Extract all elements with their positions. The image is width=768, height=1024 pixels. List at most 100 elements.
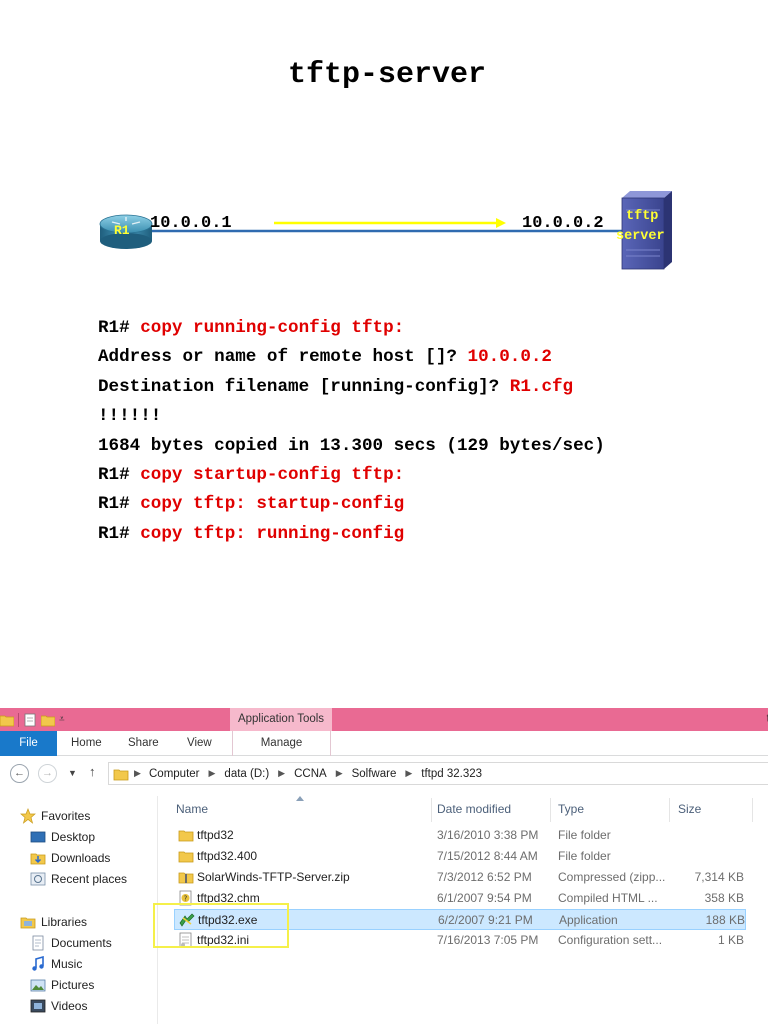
cli-line: R1# copy tftp: running-config — [98, 520, 605, 549]
nav-libraries[interactable]: Libraries — [20, 912, 87, 932]
nav-recent-places[interactable]: Recent places — [30, 869, 127, 889]
file-size: 1 KB — [717, 933, 744, 947]
cli-command-text: R1.cfg — [509, 376, 574, 397]
pictures-icon — [30, 977, 46, 993]
cli-line: Address or name of remote host []? 10.0.… — [98, 343, 605, 372]
cli-line: R1# copy startup-config tftp: — [98, 461, 605, 490]
navigation-pane: Favorites Desktop Downloads Recent place… — [0, 796, 158, 1024]
router-ip-label: 10.0.0.1 — [150, 214, 232, 233]
breadcrumb-item[interactable]: Computer — [149, 768, 200, 780]
music-icon — [30, 955, 46, 972]
libraries-icon — [20, 914, 36, 930]
column-divider[interactable] — [431, 798, 432, 822]
cli-command-text: 10.0.0.2 — [467, 347, 552, 368]
tab-share[interactable]: Share — [128, 731, 159, 756]
network-diagram: R1 10.0.0.1 10.0.0.2 tftp server — [0, 180, 768, 290]
breadcrumb-item[interactable]: Solfware — [352, 768, 397, 780]
column-divider[interactable] — [550, 798, 551, 822]
sort-ascending-icon — [296, 796, 304, 801]
nav-documents-label: Documents — [51, 936, 112, 950]
tab-manage[interactable]: Manage — [232, 731, 331, 756]
breadcrumb-chevron-icon[interactable]: ▶ — [336, 768, 343, 779]
nav-favorites-label: Favorites — [41, 809, 91, 823]
annotation-highlight-box — [153, 903, 289, 948]
nav-pictures[interactable]: Pictures — [30, 975, 94, 995]
server-label-line2: server — [616, 229, 665, 244]
file-type: Application — [559, 913, 618, 927]
nav-desktop[interactable]: Desktop — [30, 827, 95, 847]
column-header-date-modified[interactable]: Date modified — [437, 796, 511, 822]
nav-documents[interactable]: Documents — [30, 933, 112, 953]
file-size: 188 KB — [705, 913, 745, 927]
up-arrow-icon[interactable]: ↑ — [89, 764, 96, 779]
file-date-modified: 7/16/2013 7:05 PM — [437, 933, 539, 947]
file-type: Compressed (zipp... — [558, 870, 666, 884]
file-date-modified: 6/2/2007 9:21 PM — [438, 913, 533, 927]
nav-favorites[interactable]: Favorites — [20, 806, 90, 826]
breadcrumb-chevron-icon[interactable]: ▶ — [405, 768, 412, 779]
nav-libraries-label: Libraries — [41, 915, 88, 929]
table-row[interactable]: SolarWinds-TFTP-Server.zip 7/3/2012 6:52 … — [174, 867, 746, 888]
forward-button[interactable]: → — [38, 764, 57, 783]
file-name: tftpd32 — [197, 828, 234, 842]
file-name: SolarWinds-TFTP-Server.zip — [197, 870, 350, 884]
tab-view[interactable]: View — [187, 731, 212, 756]
cli-command-text: copy tftp: startup-config — [140, 494, 405, 515]
server-ip-label: 10.0.0.2 — [522, 214, 604, 233]
cli-prompt: R1# — [98, 318, 141, 338]
breadcrumb-chevron-icon[interactable]: ▶ — [209, 768, 216, 779]
tab-home[interactable]: Home — [71, 731, 102, 756]
cli-prompt: R1# — [98, 464, 141, 485]
breadcrumb-item[interactable]: tftpd 32.323 — [421, 768, 482, 780]
breadcrumb-root-chevron-icon[interactable]: ▶ — [134, 768, 141, 779]
application-tools-tab: Application Tools — [230, 708, 332, 731]
file-name: tftpd32.400 — [197, 849, 258, 863]
address-box[interactable]: ▶ Computer ▶ data (D:) ▶ CCNA ▶ Solfware ▶ tftpd… — [108, 762, 768, 785]
star-icon — [20, 808, 36, 824]
column-divider[interactable] — [752, 798, 753, 822]
nav-music-label: Music — [51, 957, 83, 971]
cli-transcript: R1# copy running-config tftp: Address or … — [98, 314, 605, 549]
properties-icon[interactable] — [23, 713, 37, 727]
qat-dropdown-icon[interactable]: ⩡ — [59, 714, 65, 725]
nav-downloads[interactable]: Downloads — [30, 848, 110, 868]
nav-downloads-label: Downloads — [51, 851, 111, 865]
file-type: Compiled HTML ... — [558, 891, 658, 905]
file-size — [674, 825, 744, 846]
tab-file[interactable]: File — [0, 731, 57, 756]
breadcrumb-item[interactable]: data (D:) — [224, 768, 269, 780]
table-row[interactable]: tftpd32.400 7/15/2012 8:44 AM File folder — [174, 846, 746, 867]
file-date-modified: 6/1/2007 9:54 PM — [437, 891, 532, 905]
breadcrumb-chevron-icon[interactable]: ▶ — [278, 768, 285, 779]
column-divider[interactable] — [669, 798, 670, 822]
file-date-modified: 3/16/2010 3:38 PM — [437, 828, 539, 842]
cli-prompt: Address or name of remote host []? — [98, 347, 468, 368]
file-date-modified: 7/15/2012 8:44 AM — [437, 849, 538, 863]
file-type: Configuration sett... — [558, 933, 663, 947]
cli-line: Destination filename [running-config]? R… — [98, 373, 605, 402]
cli-line: 1684 bytes copied in 13.300 secs (129 by… — [98, 432, 605, 461]
back-button[interactable]: ← — [10, 764, 29, 783]
cli-prompt: Destination filename [running-config]? — [98, 376, 510, 397]
recent-places-icon — [30, 871, 46, 887]
column-header-type[interactable]: Type — [558, 796, 584, 822]
folder-icon — [178, 827, 194, 843]
nav-videos[interactable]: Videos — [30, 996, 87, 1016]
new-folder-icon[interactable] — [41, 713, 55, 727]
file-type: File folder — [558, 849, 611, 863]
column-header-name[interactable]: Name — [176, 796, 208, 822]
cli-prompt: R1# — [98, 523, 141, 544]
folder-icon — [113, 769, 129, 781]
downloads-icon — [30, 850, 46, 866]
column-header-size[interactable]: Size — [678, 796, 701, 822]
table-row[interactable]: tftpd32 3/16/2010 3:38 PM File folder — [174, 825, 746, 846]
breadcrumb-item[interactable]: CCNA — [294, 768, 327, 780]
videos-icon — [30, 998, 46, 1014]
file-size — [674, 846, 744, 867]
folder-icon[interactable] — [0, 713, 14, 727]
nav-videos-label: Videos — [51, 999, 88, 1013]
nav-music[interactable]: Music — [30, 954, 82, 974]
title-bar: ⩡ Application Tools t — [0, 708, 768, 731]
cli-line: R1# copy running-config tftp: — [98, 314, 605, 343]
recent-locations-chevron-icon[interactable]: ▼ — [68, 768, 77, 778]
